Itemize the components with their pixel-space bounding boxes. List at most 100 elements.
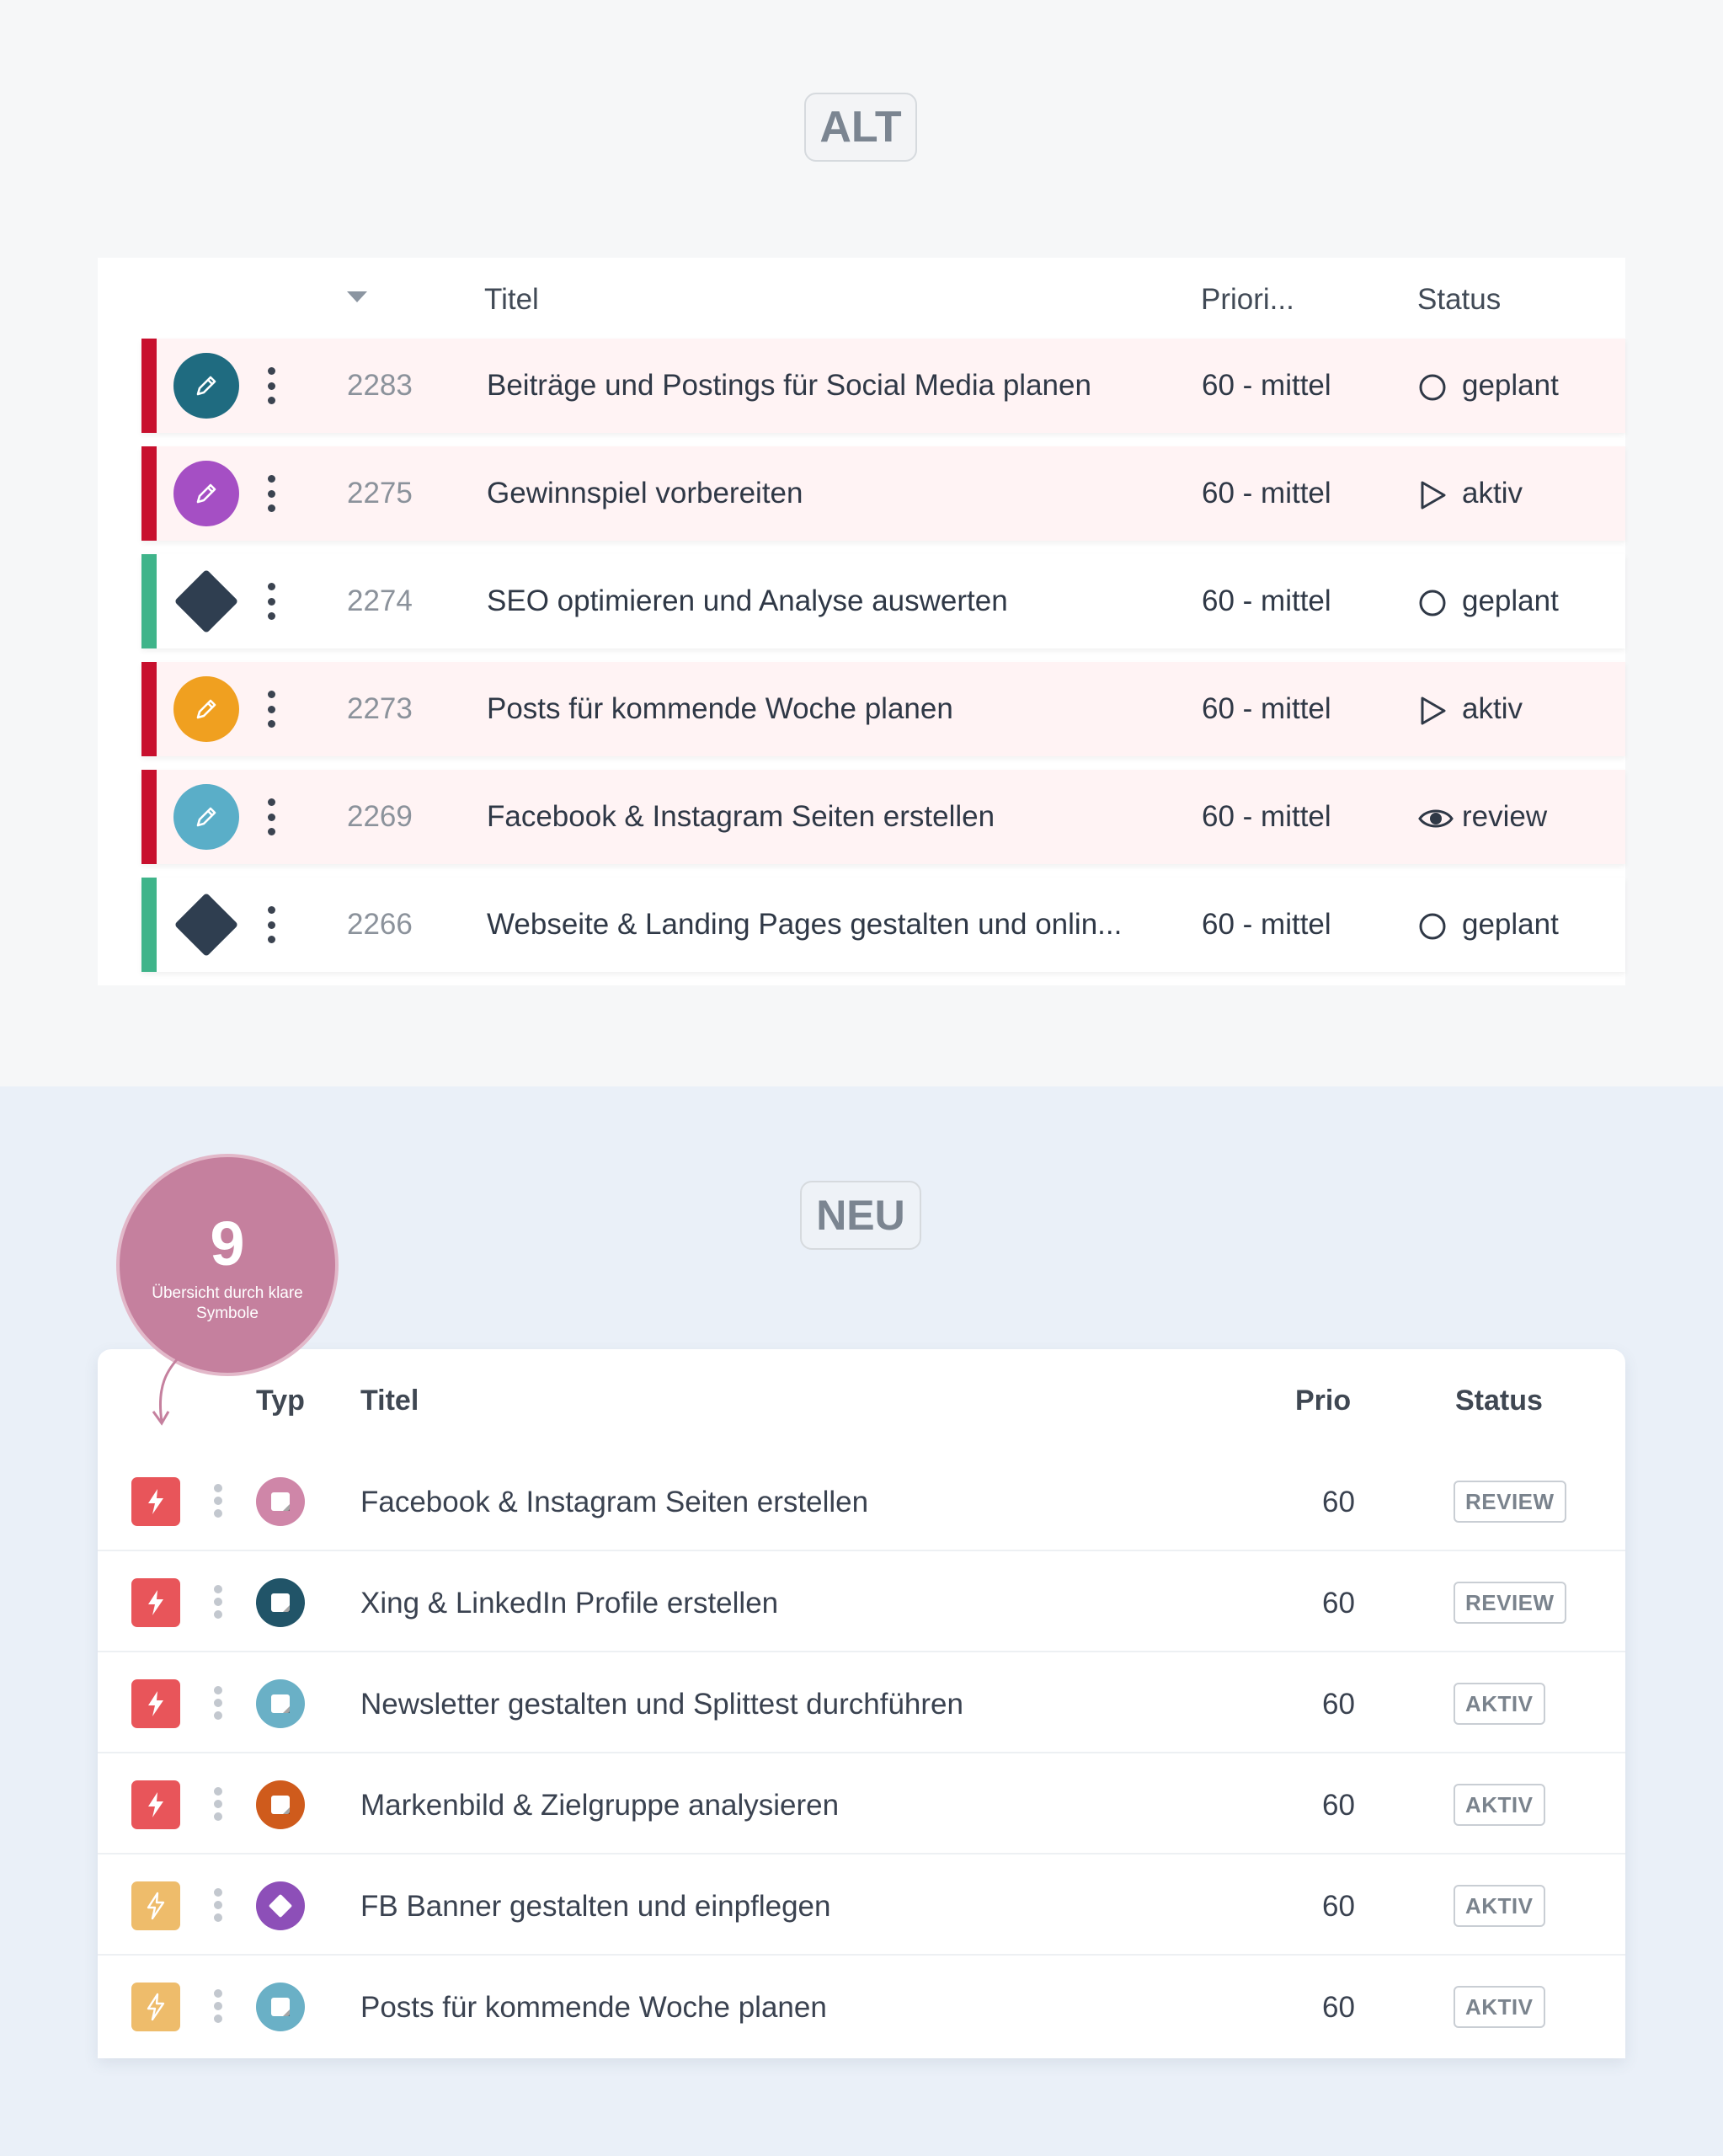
pencil-icon[interactable] (173, 353, 239, 419)
sort-down-icon[interactable] (347, 291, 367, 302)
more-menu-icon[interactable] (266, 583, 276, 620)
play-icon (1418, 480, 1450, 510)
alt-section: ALT Titel Priori... Status 2283 Beiträge … (0, 0, 1723, 1086)
task-priority: 60 (1322, 1991, 1355, 2024)
neu-section: NEU 9 Übersicht durch klare Symbole Typ … (0, 1086, 1723, 2156)
more-menu-icon[interactable] (213, 1686, 223, 1720)
bolt-outline-icon[interactable] (131, 1983, 180, 2031)
table-row[interactable]: 2269 Facebook & Instagram Seiten erstelle… (141, 770, 1625, 864)
task-priority: 60 - mittel (1202, 477, 1331, 510)
diamond-icon[interactable] (173, 568, 239, 634)
task-id: 2269 (347, 800, 413, 833)
more-menu-icon[interactable] (213, 1989, 223, 2023)
note-icon[interactable] (256, 1578, 305, 1627)
status-badge[interactable]: REVIEW (1454, 1582, 1566, 1624)
task-title[interactable]: Newsletter gestalten und Splittest durch… (360, 1688, 963, 1721)
priority-stripe (141, 662, 157, 756)
column-header-status[interactable]: Status (1417, 283, 1501, 317)
table-row[interactable]: Markenbild & Zielgruppe analysieren 60 AKT… (98, 1753, 1625, 1854)
table-row[interactable]: 2274 SEO optimieren und Analyse auswerten… (141, 554, 1625, 648)
table-row[interactable]: Newsletter gestalten und Splittest durch… (98, 1652, 1625, 1753)
task-title[interactable]: SEO optimieren und Analyse auswerten (487, 584, 1008, 618)
alt-task-table: Titel Priori... Status 2283 Beiträge und … (98, 258, 1625, 985)
table-row[interactable]: Facebook & Instagram Seiten erstellen 60 R… (98, 1450, 1625, 1551)
task-title[interactable]: Markenbild & Zielgruppe analysieren (360, 1789, 839, 1822)
task-status: aktiv (1462, 692, 1523, 725)
more-menu-icon[interactable] (213, 1585, 223, 1619)
priority-stripe (141, 878, 157, 972)
task-title[interactable]: Posts für kommende Woche planen (487, 692, 953, 726)
bolt-icon[interactable] (131, 1477, 180, 1526)
note-icon[interactable] (256, 1477, 305, 1526)
column-header-title[interactable]: Titel (484, 283, 539, 317)
status-badge[interactable]: AKTIV (1454, 1784, 1545, 1826)
bolt-outline-icon[interactable] (131, 1881, 180, 1930)
more-menu-icon[interactable] (266, 691, 276, 728)
task-status: geplant (1462, 369, 1559, 402)
note-icon[interactable] (256, 1780, 305, 1829)
table-row[interactable]: 2275 Gewinnspiel vorbereiten 60 - mittel ak… (141, 446, 1625, 541)
more-menu-icon[interactable] (213, 1888, 223, 1922)
task-priority: 60 (1322, 1688, 1355, 1721)
task-title[interactable]: Beiträge und Postings für Social Media p… (487, 369, 1091, 403)
task-title[interactable]: Xing & LinkedIn Profile erstellen (360, 1587, 778, 1620)
more-menu-icon[interactable] (266, 367, 276, 404)
task-priority: 60 (1322, 1486, 1355, 1518)
circle-icon (1418, 372, 1450, 403)
column-header-status[interactable]: Status (1455, 1385, 1543, 1417)
table-row[interactable]: 2266 Webseite & Landing Pages gestalten u… (141, 878, 1625, 972)
status-badge[interactable]: REVIEW (1454, 1481, 1566, 1523)
circle-icon (1418, 911, 1450, 942)
task-status: geplant (1462, 908, 1559, 941)
task-id: 2274 (347, 584, 413, 617)
column-header-priority[interactable]: Prio (1295, 1385, 1351, 1417)
task-id: 2275 (347, 477, 413, 510)
task-priority: 60 (1322, 1890, 1355, 1923)
neu-task-table: Typ Titel Prio Status Facebook & Instagr… (98, 1349, 1625, 2058)
bolt-icon[interactable] (131, 1578, 180, 1627)
task-priority: 60 - mittel (1202, 369, 1331, 402)
status-badge[interactable]: AKTIV (1454, 1683, 1545, 1725)
pencil-icon[interactable] (173, 784, 239, 850)
task-priority: 60 - mittel (1202, 584, 1331, 617)
task-priority: 60 (1322, 1789, 1355, 1822)
task-id: 2273 (347, 692, 413, 725)
more-menu-icon[interactable] (266, 475, 276, 512)
column-header-type[interactable]: Typ (256, 1385, 305, 1417)
circle-icon (1418, 588, 1450, 618)
diamond-icon[interactable] (256, 1881, 305, 1930)
bolt-icon[interactable] (131, 1679, 180, 1728)
more-menu-icon[interactable] (266, 906, 276, 943)
table-row[interactable]: Posts für kommende Woche planen 60 AKTIV (98, 1956, 1625, 2057)
column-header-priority[interactable]: Priori... (1201, 283, 1294, 317)
status-badge[interactable]: AKTIV (1454, 1986, 1545, 2028)
task-status: aktiv (1462, 477, 1523, 510)
column-header-title[interactable]: Titel (360, 1385, 419, 1417)
more-menu-icon[interactable] (213, 1484, 223, 1518)
bolt-icon[interactable] (131, 1780, 180, 1829)
table-row[interactable]: 2283 Beiträge und Postings für Social Med… (141, 339, 1625, 433)
task-title[interactable]: Posts für kommende Woche planen (360, 1991, 827, 2025)
priority-stripe (141, 770, 157, 864)
table-row[interactable]: 2273 Posts für kommende Woche planen 60 - … (141, 662, 1625, 756)
task-title[interactable]: Webseite & Landing Pages gestalten und o… (487, 908, 1122, 942)
more-menu-icon[interactable] (213, 1787, 223, 1821)
alt-badge: ALT (804, 93, 917, 162)
alt-table-header: Titel Priori... Status (98, 258, 1625, 339)
task-status: review (1462, 800, 1548, 833)
table-row[interactable]: Xing & LinkedIn Profile erstellen 60 REVIE… (98, 1551, 1625, 1652)
status-badge[interactable]: AKTIV (1454, 1885, 1545, 1927)
task-title[interactable]: Facebook & Instagram Seiten erstellen (487, 800, 995, 834)
note-icon[interactable] (256, 1983, 305, 2031)
task-title[interactable]: FB Banner gestalten und einpflegen (360, 1890, 830, 1924)
task-title[interactable]: Gewinnspiel vorbereiten (487, 477, 803, 510)
callout-arrow-icon (152, 1353, 184, 1426)
task-priority: 60 (1322, 1587, 1355, 1620)
diamond-icon[interactable] (173, 892, 239, 958)
table-row[interactable]: FB Banner gestalten und einpflegen 60 AKTI… (98, 1854, 1625, 1956)
pencil-icon[interactable] (173, 676, 239, 742)
pencil-icon[interactable] (173, 461, 239, 526)
note-icon[interactable] (256, 1679, 305, 1728)
task-title[interactable]: Facebook & Instagram Seiten erstellen (360, 1486, 868, 1519)
more-menu-icon[interactable] (266, 798, 276, 835)
